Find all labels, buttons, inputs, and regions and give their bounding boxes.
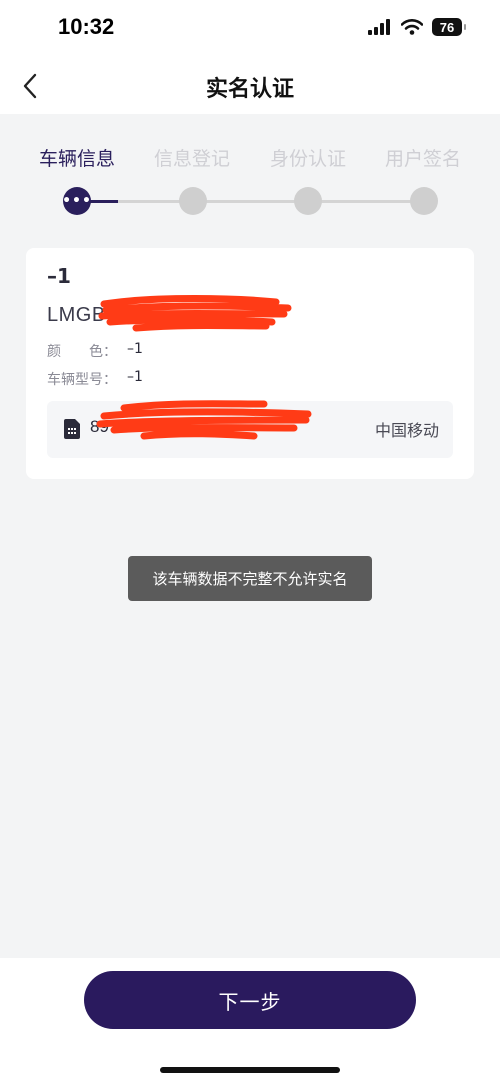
model-value: –1 (127, 369, 143, 385)
wifi-icon (401, 19, 423, 35)
redaction-scribble (96, 400, 312, 440)
battery-icon: 76 (432, 18, 466, 36)
status-bar: 10:32 76 (0, 0, 500, 60)
toast-message: 该车辆数据不完整不允许实名 (128, 556, 372, 601)
footer-bar: 下一步 (0, 958, 500, 1082)
vehicle-card: –1 LMGB 颜 色： –1 车辆型号： –1 89 中国移动 (26, 248, 474, 479)
step-dot (179, 187, 207, 215)
step-dot-active: ••• (62, 187, 91, 215)
step-label-vehicle-info: 车辆信息 (38, 148, 115, 170)
home-indicator (160, 1067, 340, 1073)
carrier-name: 中国移动 (374, 421, 439, 440)
step-label-signature: 用户签名 (384, 148, 461, 170)
progress-stepper: 车辆信息 信息登记 身份认证 用户签名 ••• (0, 140, 500, 220)
model-label: 车辆型号： (47, 372, 117, 388)
redaction-scribble (98, 295, 292, 332)
step-dot (410, 187, 438, 215)
nav-bar: 实名认证 (0, 60, 500, 114)
color-row: 颜 色： –1 (47, 341, 143, 361)
sim-card-icon (64, 419, 80, 439)
model-row: 车辆型号： –1 (47, 369, 143, 389)
color-label: 颜 色： (47, 344, 117, 360)
plate-number: –1 (47, 264, 71, 288)
step-track (78, 200, 424, 203)
status-time: 10:32 (58, 14, 115, 39)
step-label-info-register: 信息登记 (153, 148, 230, 170)
signal-icon (368, 19, 390, 35)
step-label-identity: 身份认证 (269, 148, 346, 170)
next-step-button[interactable]: 下一步 (84, 971, 416, 1029)
color-value: –1 (127, 341, 143, 357)
step-dot (294, 187, 322, 215)
page-title: 实名认证 (205, 77, 294, 102)
status-icons: 76 (368, 18, 466, 36)
